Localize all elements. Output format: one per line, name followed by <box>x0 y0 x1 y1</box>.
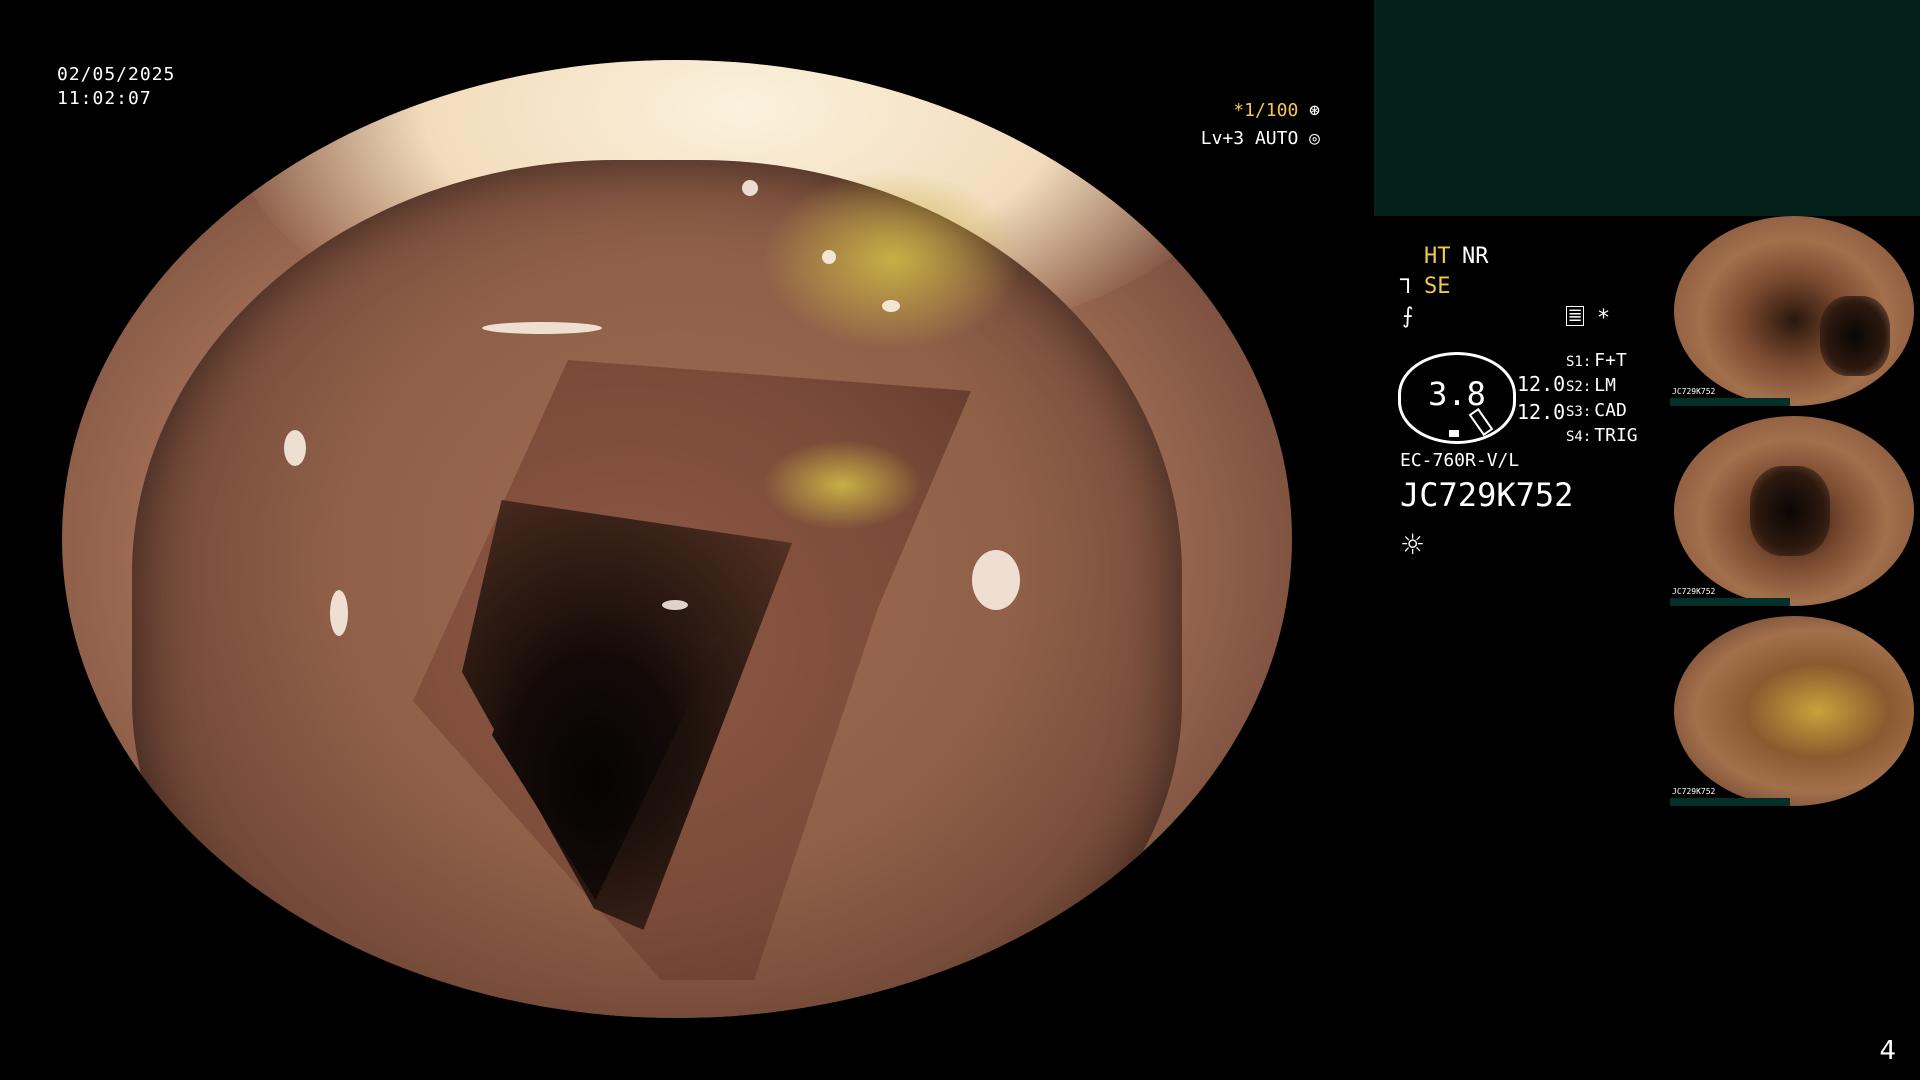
thumbnail-bar <box>1670 598 1790 606</box>
freeze-icon: ⨍ <box>1402 304 1414 329</box>
thumbnail-bar <box>1670 798 1790 806</box>
switch-key: S4: <box>1566 429 1592 445</box>
level-label: Lv+3 AUTO <box>1200 128 1299 149</box>
switch-s2: S2: LM <box>1566 375 1616 396</box>
switch-s3: S3: CAD <box>1566 400 1627 421</box>
capture-thumbnail-2[interactable]: JC729K752 <box>1670 416 1920 606</box>
thumbnail-bar <box>1670 398 1790 406</box>
aperture-icon: ⊛ <box>1309 100 1320 121</box>
record-icon: ≣ <box>1566 305 1584 326</box>
residue <box>762 170 1022 350</box>
switch-key: S1: <box>1566 354 1592 370</box>
switch-key: S3: <box>1566 404 1592 420</box>
specular-highlight <box>330 590 348 636</box>
scope-mode-icon: ⅂ <box>1400 274 1412 298</box>
specular-highlight <box>882 300 900 312</box>
switch-value: CAD <box>1594 400 1627 421</box>
scope-model: EC-760R-V/L <box>1400 450 1520 471</box>
patient-info-panel <box>1374 0 1920 216</box>
nr-label: NR <box>1462 244 1489 269</box>
date-label: 02/05/2025 <box>57 64 176 85</box>
scope-serial: JC729K752 <box>1400 476 1574 514</box>
capture-thumbnail-1[interactable]: JC729K752 <box>1670 216 1920 406</box>
light-icon: ☼ <box>1400 528 1426 561</box>
specular-highlight <box>972 550 1020 610</box>
thumbnail-lumen <box>1750 466 1830 556</box>
page-number: 4 <box>1879 1036 1896 1066</box>
thumbnail-label: JC729K752 <box>1672 587 1716 596</box>
thumbnail-label: JC729K752 <box>1672 787 1716 796</box>
brightness-level: Lv+3 AUTO ◎ <box>1201 128 1320 149</box>
asterisk-icon: * <box>1598 306 1609 331</box>
switch-s4: S4: TRIG <box>1566 425 1638 446</box>
se-label: SE <box>1424 274 1451 299</box>
thumbnail-image <box>1674 616 1914 806</box>
switch-s1: S1: F+T <box>1566 350 1627 371</box>
switch-value: TRIG <box>1594 425 1638 446</box>
endoscopic-view <box>62 60 1292 1018</box>
specular-highlight <box>742 180 758 196</box>
gauge: 3.8 <box>1398 352 1516 444</box>
time-label: 11:02:07 <box>57 88 152 109</box>
value-1: 12.0 <box>1517 372 1566 396</box>
switch-key: S2: <box>1566 379 1592 395</box>
shutter-speed: *1/100 ⊛ <box>1233 100 1320 121</box>
shutter-label: *1/100 <box>1233 100 1299 121</box>
value-2: 12.0 <box>1517 400 1566 424</box>
switch-value: F+T <box>1594 350 1627 371</box>
specular-highlight <box>822 250 836 264</box>
specular-highlight <box>284 430 306 466</box>
thumbnail-label: JC729K752 <box>1672 387 1716 396</box>
thumbnail-lumen <box>1820 296 1890 376</box>
ht-label: HT <box>1424 244 1451 269</box>
iris-icon: ◎ <box>1309 128 1320 149</box>
specular-highlight <box>662 600 688 610</box>
specular-highlight <box>482 322 602 334</box>
gauge-marker <box>1449 430 1459 437</box>
switch-value: LM <box>1594 375 1616 396</box>
residue <box>762 440 922 530</box>
gauge-value: 3.8 <box>1428 375 1486 413</box>
capture-thumbnail-3[interactable]: JC729K752 <box>1670 616 1920 806</box>
